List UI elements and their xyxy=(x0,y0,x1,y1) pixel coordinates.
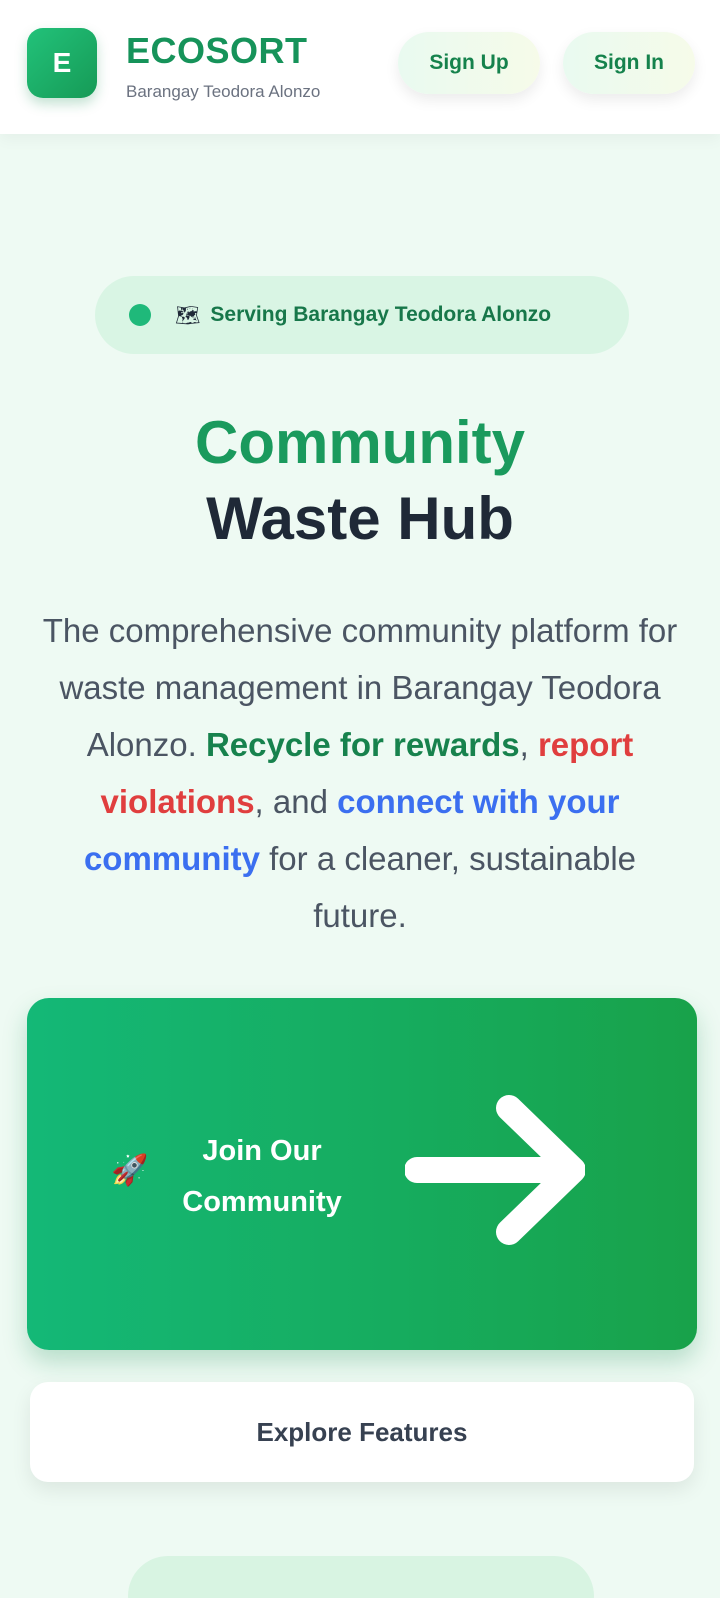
badge-text: Serving Barangay Teodora Alonzo xyxy=(210,303,552,326)
sign-up-button[interactable]: Sign Up xyxy=(398,32,540,94)
desc-sep2: , and xyxy=(254,783,338,820)
map-icon: 🗺 xyxy=(175,304,201,327)
location-badge: 🗺 Serving Barangay Teodora Alonzo xyxy=(95,276,629,354)
status-dot-icon xyxy=(129,304,151,326)
join-community-button[interactable]: 🚀 Join Our Community xyxy=(27,998,697,1350)
hero-description: The comprehensive community platform for… xyxy=(40,602,680,944)
arrow-right-icon xyxy=(405,1095,585,1245)
hero-title-line2: Waste Hub xyxy=(206,485,514,552)
explore-features-label: Explore Features xyxy=(256,1416,468,1447)
desc-recycle-highlight: Recycle for rewards xyxy=(205,726,520,763)
logo[interactable]: E xyxy=(27,28,97,98)
explore-features-button[interactable]: Explore Features xyxy=(30,1382,694,1482)
logo-letter: E xyxy=(52,47,72,78)
join-community-label: Join Our Community xyxy=(182,1135,342,1218)
desc-sep1: , xyxy=(519,726,538,763)
sign-in-button[interactable]: Sign In xyxy=(563,32,695,94)
header: E ECOSORT Barangay Teodora Alonzo Sign U… xyxy=(0,0,720,134)
rocket-icon: 🚀 xyxy=(111,1154,149,1187)
next-section-badge xyxy=(128,1556,594,1598)
desc-tail: for a cleaner, sustainable future. xyxy=(259,840,637,934)
hero-title-line1: Community xyxy=(195,409,525,476)
brand-subtitle: Barangay Teodora Alonzo xyxy=(126,82,321,101)
brand-name: ECOSORT xyxy=(126,30,308,71)
